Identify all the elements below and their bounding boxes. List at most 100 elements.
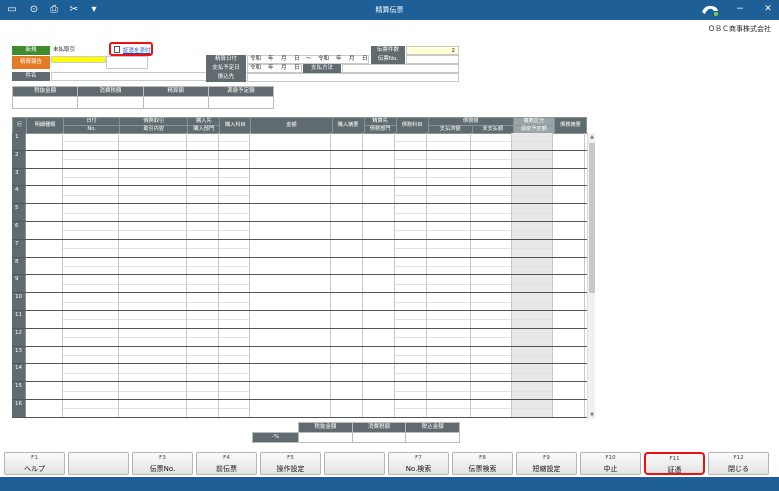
table-row[interactable]: 9: [12, 275, 587, 294]
grid-cell[interactable]: [512, 150, 553, 168]
grid-cell[interactable]: [427, 168, 471, 186]
pay-method-field[interactable]: [342, 64, 459, 73]
grid-cell[interactable]: [471, 382, 512, 399]
grid-cell[interactable]: [427, 399, 471, 417]
grid-cell[interactable]: [553, 328, 585, 346]
grid-cell[interactable]: [427, 221, 471, 239]
grid-cell[interactable]: [250, 186, 331, 204]
grid-cell[interactable]: [63, 275, 119, 293]
grid-cell[interactable]: [471, 293, 512, 310]
grid-cell[interactable]: [331, 328, 363, 346]
grid-cell[interactable]: [187, 133, 219, 150]
grid-cell[interactable]: [427, 239, 471, 257]
grid-cell[interactable]: [512, 364, 553, 382]
grid-cell[interactable]: [187, 257, 219, 275]
grid-cell[interactable]: [471, 257, 512, 275]
grid-cell[interactable]: [119, 364, 187, 382]
grid-cell[interactable]: [427, 275, 471, 293]
grid-cell[interactable]: [63, 399, 119, 417]
grid-cell[interactable]: [363, 275, 395, 293]
grid-cell[interactable]: [363, 204, 395, 221]
grid-cell[interactable]: [63, 328, 119, 346]
grid-cell[interactable]: [26, 221, 63, 239]
applicant-input[interactable]: [51, 56, 106, 63]
grid-cell[interactable]: [471, 168, 512, 186]
fkey-blank[interactable]: [324, 452, 385, 475]
grid-cell[interactable]: [512, 328, 553, 346]
fkey-f5[interactable]: F5 操作設定: [260, 452, 321, 475]
voucher-no-field[interactable]: [406, 55, 459, 64]
grid-cell[interactable]: [331, 186, 363, 204]
grid-cell[interactable]: [26, 239, 63, 257]
grid-cell[interactable]: [219, 257, 250, 275]
scroll-up-icon[interactable]: ▲: [588, 133, 596, 141]
grid-cell[interactable]: [187, 275, 219, 293]
grid-cell[interactable]: [119, 221, 187, 239]
grid-cell[interactable]: [250, 204, 331, 221]
grid-cell[interactable]: [363, 382, 395, 399]
grid-cell[interactable]: [250, 133, 331, 150]
grid-cell[interactable]: [26, 257, 63, 275]
grid-cell[interactable]: [250, 399, 331, 417]
grid-cell[interactable]: [219, 346, 250, 364]
grid-cell[interactable]: [187, 328, 219, 346]
grid-cell[interactable]: [63, 293, 119, 310]
grid-cell[interactable]: [250, 346, 331, 364]
scroll-thumb[interactable]: [589, 143, 595, 293]
grid-cell[interactable]: [395, 328, 427, 346]
grid-cell[interactable]: [363, 293, 395, 310]
grid-cell[interactable]: [187, 204, 219, 221]
table-row[interactable]: 12: [12, 328, 587, 347]
grid-cell[interactable]: [331, 221, 363, 239]
grid-cell[interactable]: [363, 328, 395, 346]
grid-cell[interactable]: [26, 293, 63, 310]
grid-cell[interactable]: [63, 150, 119, 168]
grid-cell[interactable]: [119, 239, 187, 257]
grid-cell[interactable]: [187, 382, 219, 399]
grid-cell[interactable]: [219, 328, 250, 346]
grid-cell[interactable]: [512, 310, 553, 328]
grid-cell[interactable]: [331, 239, 363, 257]
grid-cell[interactable]: [395, 399, 427, 417]
grid-cell[interactable]: [427, 346, 471, 364]
grid-cell[interactable]: [63, 310, 119, 328]
grid-cell[interactable]: [219, 364, 250, 382]
grid-cell[interactable]: [219, 275, 250, 293]
grid-cell[interactable]: [471, 150, 512, 168]
grid-cell[interactable]: [187, 186, 219, 204]
grid-cell[interactable]: [331, 310, 363, 328]
grid-cell[interactable]: [219, 382, 250, 399]
grid-cell[interactable]: [363, 186, 395, 204]
grid-cell[interactable]: [63, 133, 119, 150]
grid-cell[interactable]: [553, 382, 585, 399]
grid-cell[interactable]: [363, 364, 395, 382]
grid-cell[interactable]: [250, 310, 331, 328]
grid-cell[interactable]: [553, 133, 585, 150]
grid-cell[interactable]: [119, 328, 187, 346]
grid-cell[interactable]: [512, 382, 553, 399]
table-row[interactable]: 1: [12, 133, 587, 151]
grid-cell[interactable]: [26, 310, 63, 328]
fkey-f3[interactable]: F3 伝票No.: [132, 452, 193, 475]
grid-cell[interactable]: [119, 399, 187, 417]
minimize-button[interactable]: −: [734, 3, 746, 16]
grid-cell[interactable]: [250, 328, 331, 346]
grid-cell[interactable]: [553, 221, 585, 239]
grid-cell[interactable]: [553, 310, 585, 328]
grid-cell[interactable]: [331, 150, 363, 168]
grid-cell[interactable]: [331, 293, 363, 310]
close-button[interactable]: ✕: [762, 3, 774, 16]
grid-cell[interactable]: [512, 133, 553, 150]
grid-cell[interactable]: [471, 364, 512, 382]
grid-cell[interactable]: [119, 257, 187, 275]
fkey-f8[interactable]: F8 伝票検索: [452, 452, 513, 475]
grid-cell[interactable]: [250, 293, 331, 310]
grid-cell[interactable]: [395, 310, 427, 328]
grid-cell[interactable]: [395, 204, 427, 221]
grid-cell[interactable]: [512, 399, 553, 417]
grid-cell[interactable]: [427, 186, 471, 204]
table-row[interactable]: 13: [12, 346, 587, 365]
grid-cell[interactable]: [119, 204, 187, 221]
grid-cell[interactable]: [119, 346, 187, 364]
grid-cell[interactable]: [363, 221, 395, 239]
